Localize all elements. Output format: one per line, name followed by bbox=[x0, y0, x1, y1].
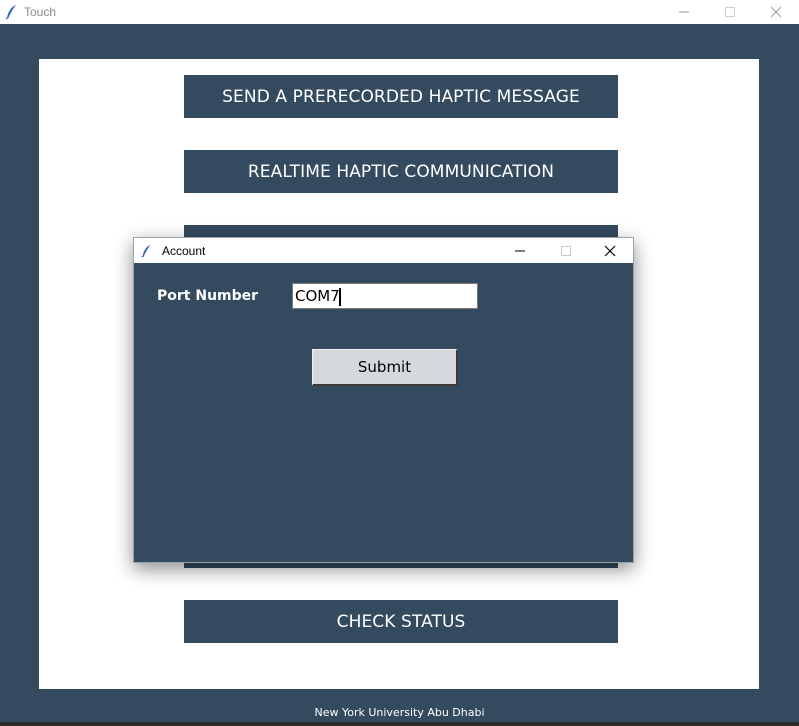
close-icon bbox=[604, 245, 616, 256]
dialog-title: Account bbox=[162, 243, 206, 258]
account-dialog: Account Port Number Submit bbox=[133, 237, 634, 563]
maximize-icon bbox=[561, 245, 571, 256]
footer-text: New York University Abu Dhabi bbox=[314, 706, 485, 719]
close-button[interactable] bbox=[753, 0, 799, 24]
feather-icon bbox=[5, 5, 16, 20]
maximize-icon bbox=[725, 7, 735, 17]
minimize-icon bbox=[515, 250, 525, 251]
dialog-minimize-button[interactable] bbox=[497, 238, 543, 263]
window-title: Touch bbox=[24, 5, 57, 19]
close-icon bbox=[770, 6, 782, 18]
realtime-communication-button[interactable]: REALTIME HAPTIC COMMUNICATION bbox=[184, 150, 618, 193]
dialog-close-button[interactable] bbox=[587, 238, 633, 263]
feather-icon bbox=[141, 244, 151, 257]
dialog-maximize-button[interactable] bbox=[543, 238, 589, 263]
send-prerecorded-message-button[interactable]: SEND A PRERECORDED HAPTIC MESSAGE bbox=[184, 75, 618, 118]
submit-button[interactable]: Submit bbox=[312, 349, 458, 386]
port-number-input[interactable] bbox=[292, 283, 478, 309]
port-number-label: Port Number bbox=[157, 288, 259, 304]
minimize-button[interactable] bbox=[661, 0, 707, 24]
check-status-button[interactable]: CHECK STATUS bbox=[184, 600, 618, 643]
text-caret bbox=[339, 288, 341, 306]
minimize-icon bbox=[679, 11, 689, 13]
taskbar-edge bbox=[0, 722, 799, 726]
maximize-button[interactable] bbox=[707, 0, 753, 24]
